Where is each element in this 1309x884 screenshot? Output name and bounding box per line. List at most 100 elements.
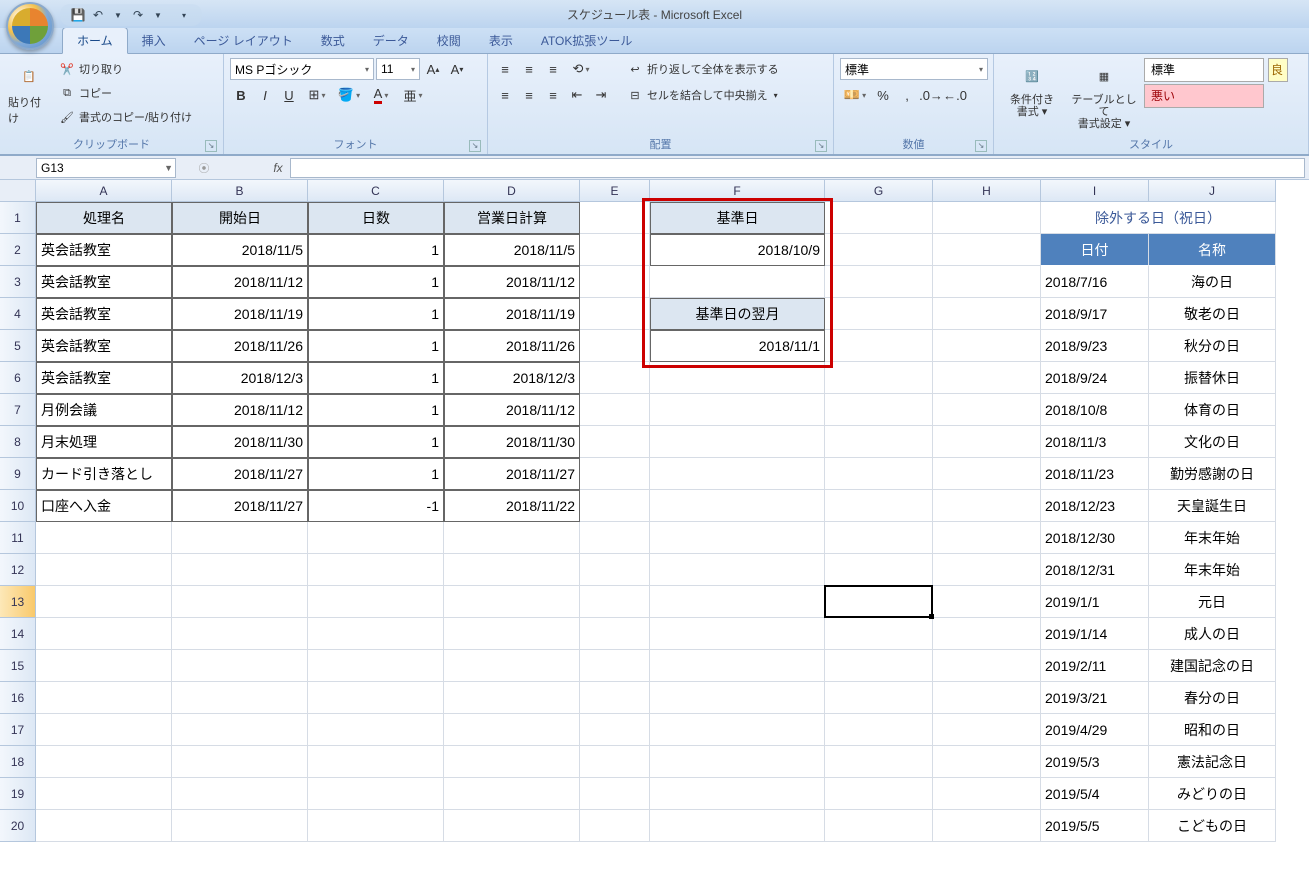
bold-button[interactable]: B (230, 84, 252, 106)
cell-E18[interactable] (580, 746, 650, 778)
cell-H5[interactable] (933, 330, 1041, 362)
row-header-10[interactable]: 10 (0, 490, 36, 522)
cell-C19[interactable] (308, 778, 444, 810)
row-header-14[interactable]: 14 (0, 618, 36, 650)
name-box-expand-icon[interactable]: ⦿ (196, 160, 212, 176)
cell-I1[interactable]: 除外する日（祝日） (1041, 202, 1276, 234)
cell-H13[interactable] (933, 586, 1041, 618)
chevron-down-icon[interactable]: ▼ (150, 7, 166, 23)
chevron-down-icon[interactable]: ▼ (164, 163, 173, 173)
tab-formulas[interactable]: 数式 (307, 28, 359, 53)
cell-D11[interactable] (444, 522, 580, 554)
cell-G4[interactable] (825, 298, 933, 330)
cell-F1[interactable]: 基準日 (650, 202, 825, 234)
cell-F12[interactable] (650, 554, 825, 586)
cell-C20[interactable] (308, 810, 444, 842)
row-header-12[interactable]: 12 (0, 554, 36, 586)
cell-C16[interactable] (308, 682, 444, 714)
cell-I17[interactable]: 2019/4/29 (1041, 714, 1149, 746)
save-icon[interactable]: 💾 (70, 7, 86, 23)
cell-D18[interactable] (444, 746, 580, 778)
cell-H20[interactable] (933, 810, 1041, 842)
dialog-launcher-icon[interactable]: ↘ (469, 140, 481, 152)
cell-G17[interactable] (825, 714, 933, 746)
cell-H12[interactable] (933, 554, 1041, 586)
cell-G19[interactable] (825, 778, 933, 810)
cell-B7[interactable]: 2018/11/12 (172, 394, 308, 426)
font-color-button[interactable]: A (366, 84, 396, 106)
orientation-button[interactable]: ⟲ (566, 58, 596, 80)
align-right-button[interactable]: ≡ (542, 84, 564, 106)
cell-B14[interactable] (172, 618, 308, 650)
cell-I8[interactable]: 2018/11/3 (1041, 426, 1149, 458)
cell-H18[interactable] (933, 746, 1041, 778)
cell-F7[interactable] (650, 394, 825, 426)
row-header-16[interactable]: 16 (0, 682, 36, 714)
cell-I14[interactable]: 2019/1/14 (1041, 618, 1149, 650)
cell-B9[interactable]: 2018/11/27 (172, 458, 308, 490)
cell-G10[interactable] (825, 490, 933, 522)
align-middle-button[interactable]: ≡ (518, 58, 540, 80)
cell-C11[interactable] (308, 522, 444, 554)
cell-C13[interactable] (308, 586, 444, 618)
tab-page-layout[interactable]: ページ レイアウト (180, 28, 307, 53)
cell-A3[interactable]: 英会話教室 (36, 266, 172, 298)
cell-D8[interactable]: 2018/11/30 (444, 426, 580, 458)
underline-button[interactable]: U (278, 84, 300, 106)
cell-style-bad[interactable]: 悪い (1144, 84, 1264, 108)
chevron-down-icon[interactable]: ▼ (110, 7, 126, 23)
cell-H9[interactable] (933, 458, 1041, 490)
cell-A19[interactable] (36, 778, 172, 810)
cell-I20[interactable]: 2019/5/5 (1041, 810, 1149, 842)
cell-B6[interactable]: 2018/12/3 (172, 362, 308, 394)
align-left-button[interactable]: ≡ (494, 84, 516, 106)
cell-B18[interactable] (172, 746, 308, 778)
office-button[interactable] (6, 2, 54, 50)
cell-G14[interactable] (825, 618, 933, 650)
cell-I13[interactable]: 2019/1/1 (1041, 586, 1149, 618)
cell-I16[interactable]: 2019/3/21 (1041, 682, 1149, 714)
row-header-7[interactable]: 7 (0, 394, 36, 426)
row-header-18[interactable]: 18 (0, 746, 36, 778)
cell-D12[interactable] (444, 554, 580, 586)
cell-J16[interactable]: 春分の日 (1149, 682, 1276, 714)
cell-E13[interactable] (580, 586, 650, 618)
cell-J9[interactable]: 勤労感謝の日 (1149, 458, 1276, 490)
cell-F13[interactable] (650, 586, 825, 618)
cell-D20[interactable] (444, 810, 580, 842)
dialog-launcher-icon[interactable]: ↘ (815, 140, 827, 152)
cell-A5[interactable]: 英会話教室 (36, 330, 172, 362)
border-button[interactable]: ⊞ (302, 84, 332, 106)
cell-G15[interactable] (825, 650, 933, 682)
cell-D1[interactable]: 営業日計算 (444, 202, 580, 234)
grow-font-button[interactable]: A▴ (422, 58, 444, 80)
cell-A12[interactable] (36, 554, 172, 586)
cell-I11[interactable]: 2018/12/30 (1041, 522, 1149, 554)
cell-F5[interactable]: 2018/11/1 (650, 330, 825, 362)
cell-J4[interactable]: 敬老の日 (1149, 298, 1276, 330)
cell-B5[interactable]: 2018/11/26 (172, 330, 308, 362)
align-center-button[interactable]: ≡ (518, 84, 540, 106)
cell-J15[interactable]: 建国記念の日 (1149, 650, 1276, 682)
cell-G9[interactable] (825, 458, 933, 490)
cell-I9[interactable]: 2018/11/23 (1041, 458, 1149, 490)
cell-A14[interactable] (36, 618, 172, 650)
row-header-3[interactable]: 3 (0, 266, 36, 298)
cell-F2[interactable]: 2018/10/9 (650, 234, 825, 266)
cell-I7[interactable]: 2018/10/8 (1041, 394, 1149, 426)
cell-C5[interactable]: 1 (308, 330, 444, 362)
column-header-E[interactable]: E (580, 180, 650, 202)
column-header-I[interactable]: I (1041, 180, 1149, 202)
cell-E10[interactable] (580, 490, 650, 522)
cell-J8[interactable]: 文化の日 (1149, 426, 1276, 458)
row-header-19[interactable]: 19 (0, 778, 36, 810)
cell-E8[interactable] (580, 426, 650, 458)
cell-I18[interactable]: 2019/5/3 (1041, 746, 1149, 778)
cell-B8[interactable]: 2018/11/30 (172, 426, 308, 458)
cell-B1[interactable]: 開始日 (172, 202, 308, 234)
align-top-button[interactable]: ≡ (494, 58, 516, 80)
cell-D3[interactable]: 2018/11/12 (444, 266, 580, 298)
cell-G13[interactable] (825, 586, 933, 618)
cell-A16[interactable] (36, 682, 172, 714)
cell-G16[interactable] (825, 682, 933, 714)
